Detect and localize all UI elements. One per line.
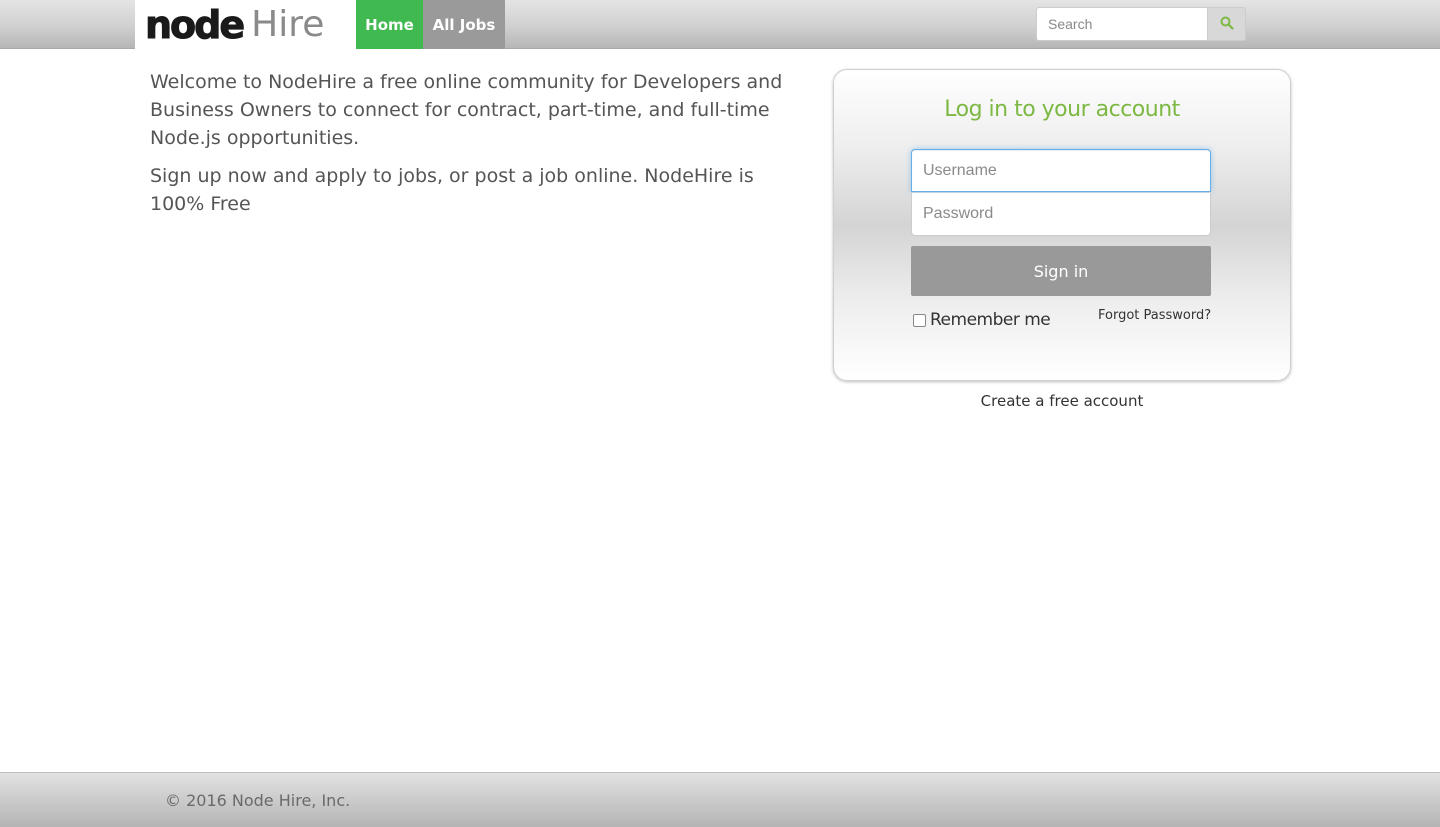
navbar: node Hire Home All Jobs bbox=[0, 0, 1440, 49]
footer-copyright: © 2016 Node Hire, Inc. bbox=[165, 791, 351, 810]
nav-item-home[interactable]: Home bbox=[356, 0, 423, 49]
remember-me-label: Remember me bbox=[930, 310, 1051, 330]
search-input[interactable] bbox=[1036, 7, 1207, 41]
sign-in-button[interactable]: Sign in bbox=[911, 246, 1211, 296]
footer: © 2016 Node Hire, Inc. bbox=[0, 772, 1440, 827]
remember-me: Remember me bbox=[913, 310, 1051, 330]
nav-item-all-jobs[interactable]: All Jobs bbox=[423, 0, 505, 49]
brand-logo[interactable]: node Hire bbox=[135, 0, 356, 49]
create-account-link[interactable]: Create a free account bbox=[833, 392, 1291, 410]
intro-text: Welcome to NodeHire a free online commun… bbox=[150, 68, 790, 228]
search-icon bbox=[1220, 15, 1234, 34]
forgot-password-link[interactable]: Forgot Password? bbox=[1098, 308, 1211, 323]
search-button[interactable] bbox=[1207, 7, 1246, 41]
login-panel: Log in to your account Sign in Remember … bbox=[833, 69, 1291, 381]
password-field[interactable] bbox=[911, 193, 1211, 236]
username-field[interactable] bbox=[911, 149, 1211, 192]
login-title: Log in to your account bbox=[944, 97, 1180, 122]
remember-me-checkbox[interactable] bbox=[913, 313, 926, 327]
brand-hire-text: Hire bbox=[251, 3, 325, 45]
intro-paragraph-1: Welcome to NodeHire a free online commun… bbox=[150, 71, 783, 149]
brand-node-text: node bbox=[144, 2, 245, 47]
intro-paragraph-2: Sign up now and apply to jobs, or post a… bbox=[150, 165, 754, 215]
